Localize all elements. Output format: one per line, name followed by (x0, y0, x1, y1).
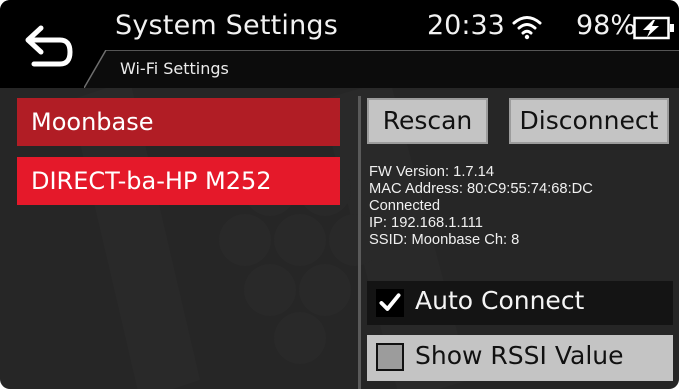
connection-status-text: Connected (369, 197, 441, 214)
page-subtitle: Wi-Fi Settings (120, 59, 229, 78)
battery-charging-icon (633, 16, 674, 40)
ssid-text: SSID: Moonbase Ch: 8 (369, 231, 520, 248)
rescan-button[interactable]: Rescan (367, 98, 488, 144)
fw-version-text: FW Version: 1.7.14 (369, 163, 495, 180)
battery-percent: 98% (576, 10, 637, 41)
wifi-icon (512, 16, 542, 40)
network-item-direct-hp[interactable]: DIRECT-ba-HP M252 (17, 157, 340, 205)
network-item-moonbase[interactable]: Moonbase (17, 98, 340, 146)
show-rssi-toggle[interactable]: Show RSSI Value (367, 335, 673, 381)
auto-connect-checkbox[interactable] (376, 289, 404, 317)
device-screen: System Settings 20:33 98% Wi-Fi Settings… (0, 0, 679, 389)
mac-address-text: MAC Address: 80:C9:55:74:68:DC (369, 180, 593, 197)
show-rssi-label: Show RSSI Value (415, 341, 624, 370)
back-arrow-icon[interactable] (14, 14, 76, 76)
panel-divider (358, 96, 361, 389)
ip-address-text: IP: 192.168.1.111 (369, 214, 483, 231)
header-bar: System Settings 20:33 98% Wi-Fi Settings (0, 0, 679, 88)
clock-time: 20:33 (427, 10, 505, 41)
checkmark-icon (379, 293, 401, 311)
page-title: System Settings (115, 10, 339, 41)
disconnect-button[interactable]: Disconnect (509, 98, 669, 144)
auto-connect-toggle[interactable]: Auto Connect (367, 281, 673, 325)
auto-connect-label: Auto Connect (415, 286, 585, 315)
show-rssi-checkbox[interactable] (376, 343, 404, 371)
